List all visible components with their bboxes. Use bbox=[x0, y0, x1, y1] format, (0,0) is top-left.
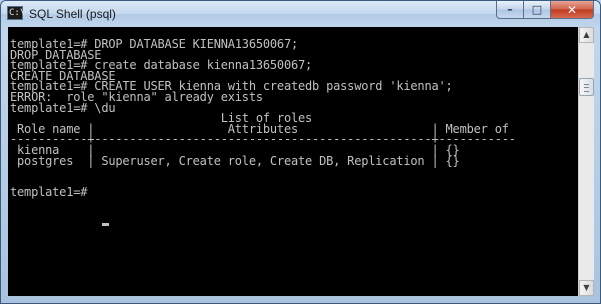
text-cursor bbox=[102, 223, 109, 226]
window-title: SQL Shell (psql) bbox=[29, 7, 116, 21]
console-app-icon[interactable]: C:\ bbox=[7, 6, 26, 20]
scroll-thumb-grip-icon bbox=[584, 84, 589, 92]
console-line: postgres | Superuser, Create role, Creat… bbox=[10, 153, 460, 168]
vertical-scrollbar[interactable]: ▲ ▼ bbox=[578, 27, 594, 296]
title-bar[interactable]: C:\ SQL Shell (psql) – □ ✕ bbox=[1, 1, 600, 27]
console-text: template1=# DROP DATABASE KIENNA13650067… bbox=[10, 38, 516, 200]
close-button[interactable]: ✕ bbox=[550, 1, 594, 19]
minimize-button[interactable]: – bbox=[496, 1, 523, 19]
scroll-down-button[interactable]: ▼ bbox=[579, 280, 594, 296]
console-output-area[interactable]: template1=# DROP DATABASE KIENNA13650067… bbox=[8, 27, 578, 296]
window-controls: – □ ✕ bbox=[496, 1, 594, 19]
maximize-button[interactable]: □ bbox=[523, 1, 550, 19]
scroll-thumb[interactable] bbox=[579, 78, 594, 96]
minimize-icon: – bbox=[507, 3, 513, 16]
maximize-icon: □ bbox=[531, 3, 543, 16]
close-icon: ✕ bbox=[566, 2, 578, 17]
window-bottom-frame bbox=[1, 296, 600, 304]
psql-window: C:\ SQL Shell (psql) – □ ✕ template1=# D… bbox=[0, 0, 601, 304]
scroll-up-button[interactable]: ▲ bbox=[579, 27, 594, 43]
scroll-up-arrow-icon: ▲ bbox=[583, 30, 590, 39]
scroll-down-arrow-icon: ▼ bbox=[583, 283, 590, 292]
console-line: template1=# bbox=[10, 185, 95, 200]
console-app-icon-glyph: C:\ bbox=[9, 8, 26, 18]
